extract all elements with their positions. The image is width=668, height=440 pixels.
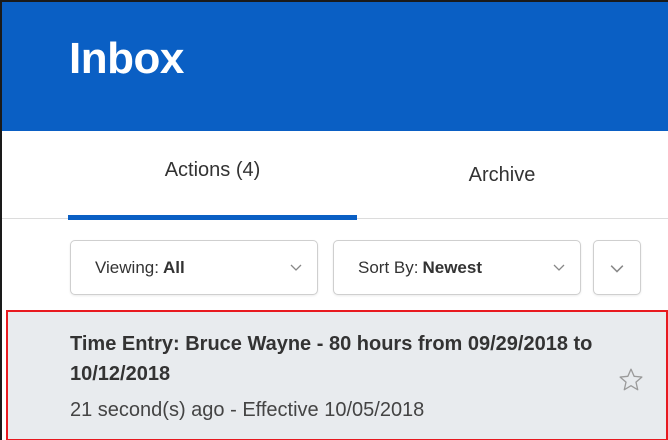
filter-bar: Viewing: All Sort By: Newest (2, 219, 668, 311)
tab-actions[interactable]: Actions (4) (68, 131, 357, 220)
inbox-list-item[interactable]: Time Entry: Bruce Wayne - 80 hours from … (6, 310, 668, 440)
sort-by-value: Newest (422, 257, 482, 277)
inbox-item-meta: 21 second(s) ago - Effective 10/05/2018 (70, 399, 425, 421)
more-filters-button[interactable] (593, 240, 641, 295)
inbox-panel: Inbox Actions (4) Archive Viewing: All S… (0, 0, 668, 440)
star-outline-icon[interactable] (618, 367, 644, 393)
chevron-down-icon (553, 264, 565, 271)
viewing-filter-dropdown[interactable]: Viewing: All (70, 240, 318, 295)
sort-by-label: Sort By: (358, 257, 419, 277)
chevron-down-icon (290, 264, 302, 271)
viewing-filter-label: Viewing: (95, 257, 159, 277)
tab-bar: Actions (4) Archive (2, 131, 668, 220)
tab-archive[interactable]: Archive (357, 131, 647, 219)
tab-actions-label: Actions (4) (164, 158, 261, 181)
inbox-header: Inbox (2, 2, 668, 131)
viewing-filter-value: All (162, 257, 185, 277)
inbox-item-title: Time Entry: Bruce Wayne - 80 hours from … (70, 333, 593, 385)
sort-by-dropdown[interactable]: Sort By: Newest (333, 240, 581, 295)
tab-archive-label: Archive (468, 163, 536, 186)
chevron-down-icon (610, 264, 624, 273)
page-title: Inbox (69, 34, 184, 83)
